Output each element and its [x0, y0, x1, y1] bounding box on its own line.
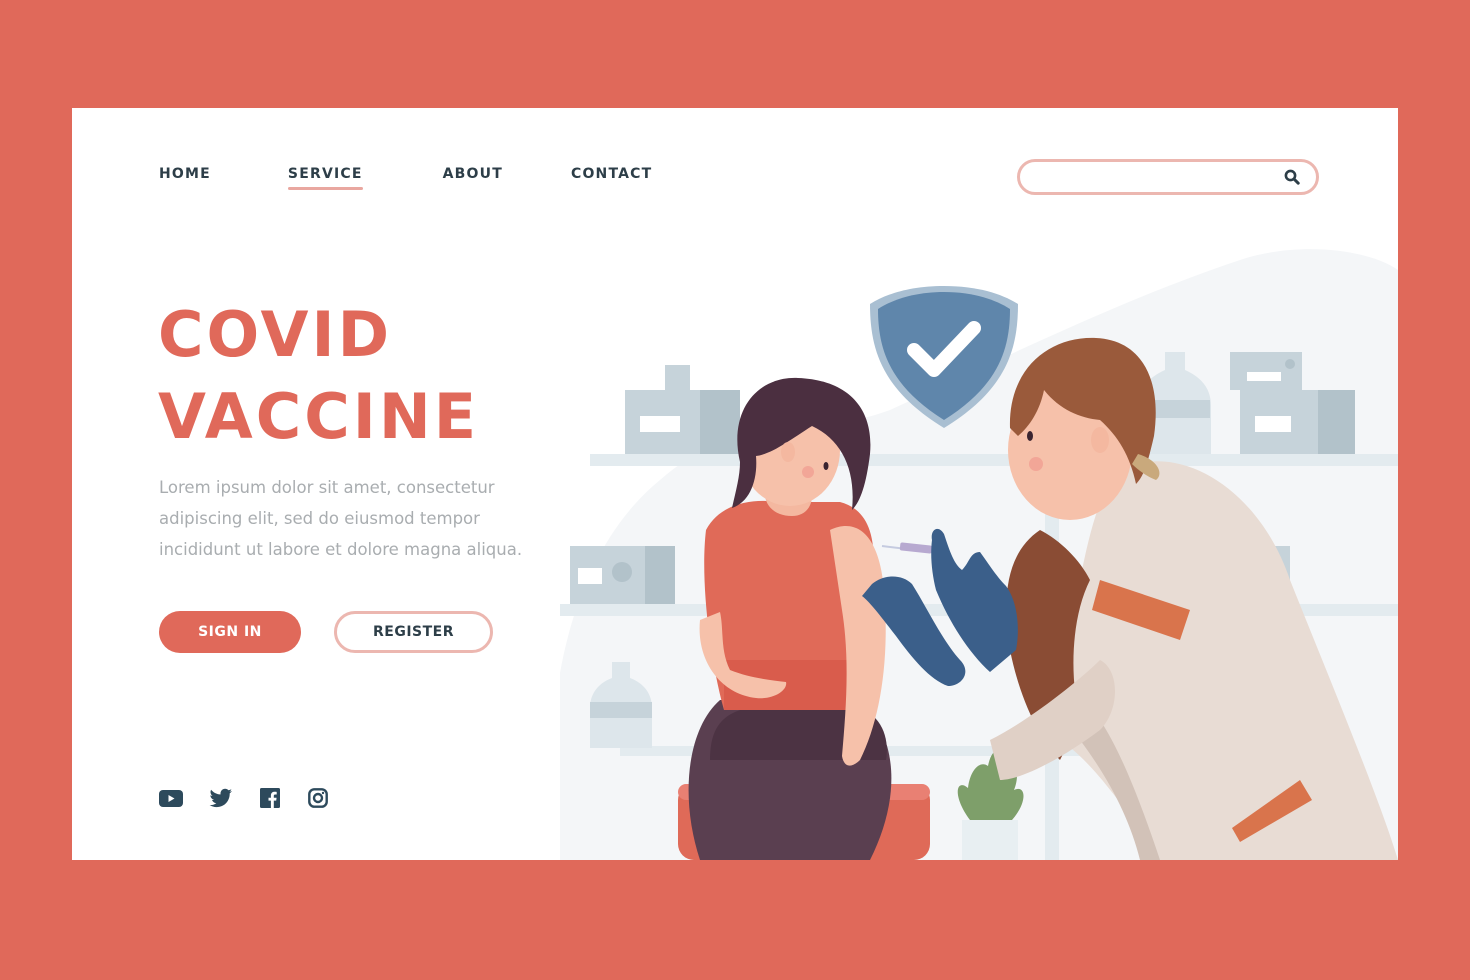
hero-description: Lorem ipsum dolor sit amet, consectetur … — [159, 478, 523, 559]
main-nav: HOME SERVICE ABOUT CONTACT — [159, 166, 652, 190]
search-icon[interactable] — [1284, 169, 1300, 190]
nav-home[interactable]: HOME — [159, 166, 211, 182]
youtube-icon[interactable] — [159, 790, 183, 813]
nav-service[interactable]: SERVICE — [287, 166, 363, 190]
nav-about[interactable]: ABOUT — [443, 166, 503, 182]
twitter-icon[interactable] — [209, 788, 233, 814]
search-input[interactable] — [1034, 162, 1288, 194]
facebook-icon[interactable] — [260, 788, 280, 813]
title-line-2: VACCINE — [158, 380, 480, 453]
title-line-1: COVID — [158, 298, 393, 371]
sign-in-button[interactable]: SIGN IN — [159, 611, 301, 653]
landing-card: HOME SERVICE ABOUT CONTACT COVID VACCINE… — [72, 108, 1398, 860]
search-box — [1017, 159, 1319, 195]
vaccination-illustration — [560, 249, 1398, 860]
instagram-icon[interactable] — [308, 788, 328, 813]
page-title: COVID VACCINE — [158, 294, 479, 458]
register-button[interactable]: REGISTER — [334, 611, 493, 653]
nav-contact[interactable]: CONTACT — [571, 166, 652, 182]
